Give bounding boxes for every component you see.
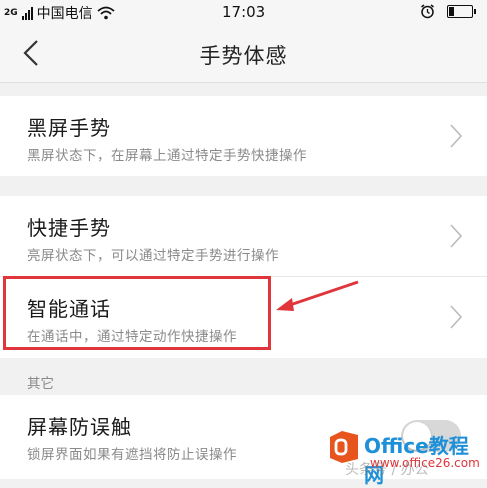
top-bar: 手势体感 [0, 26, 487, 83]
alarm-icon [421, 4, 434, 19]
watermark-faint-text: 头条号 / 办公 [345, 462, 429, 478]
list-item-quick-gesture[interactable]: 快捷手势 亮屏状态下，可以通过特定手势进行操作 [0, 196, 487, 276]
page-title: 手势体感 [199, 44, 288, 68]
battery-level [449, 7, 454, 16]
status-left: 2G 中国电信 [4, 3, 115, 23]
chevron-right-icon [450, 224, 463, 248]
status-right [420, 4, 476, 19]
carrier-name: 中国电信 [36, 6, 93, 22]
item-title: 黑屏手势 [27, 116, 111, 140]
chevron-right-icon [450, 124, 463, 148]
item-title: 快捷手势 [27, 216, 111, 240]
status-bar: 2G 中国电信 17:03 [0, 0, 487, 26]
chevron-right-icon [450, 305, 463, 329]
battery-icon [447, 5, 476, 18]
list-item-black-screen-gesture[interactable]: 黑屏手势 黑屏状态下，在屏幕上通过特定手势快捷操作 [0, 96, 487, 176]
clock: 17:03 [222, 3, 266, 21]
network-type: 2G [4, 7, 18, 18]
section-black-screen: 黑屏手势 黑屏状态下，在屏幕上通过特定手势快捷操作 [0, 96, 487, 176]
item-subtitle: 亮屏状态下，可以通过特定手势进行操作 [27, 248, 279, 264]
signal-icon [21, 6, 33, 20]
item-subtitle: 黑屏状态下，在屏幕上通过特定手势快捷操作 [27, 148, 307, 164]
annotation-highlight-box [3, 276, 271, 350]
section-header-other: 其它 [27, 376, 54, 392]
annotation-arrow-icon [276, 280, 359, 311]
item-subtitle: 锁屏界面如果有遮挡将防止误操作 [27, 447, 237, 463]
wifi-icon [97, 6, 115, 20]
item-title: 屏幕防误触 [27, 415, 132, 439]
